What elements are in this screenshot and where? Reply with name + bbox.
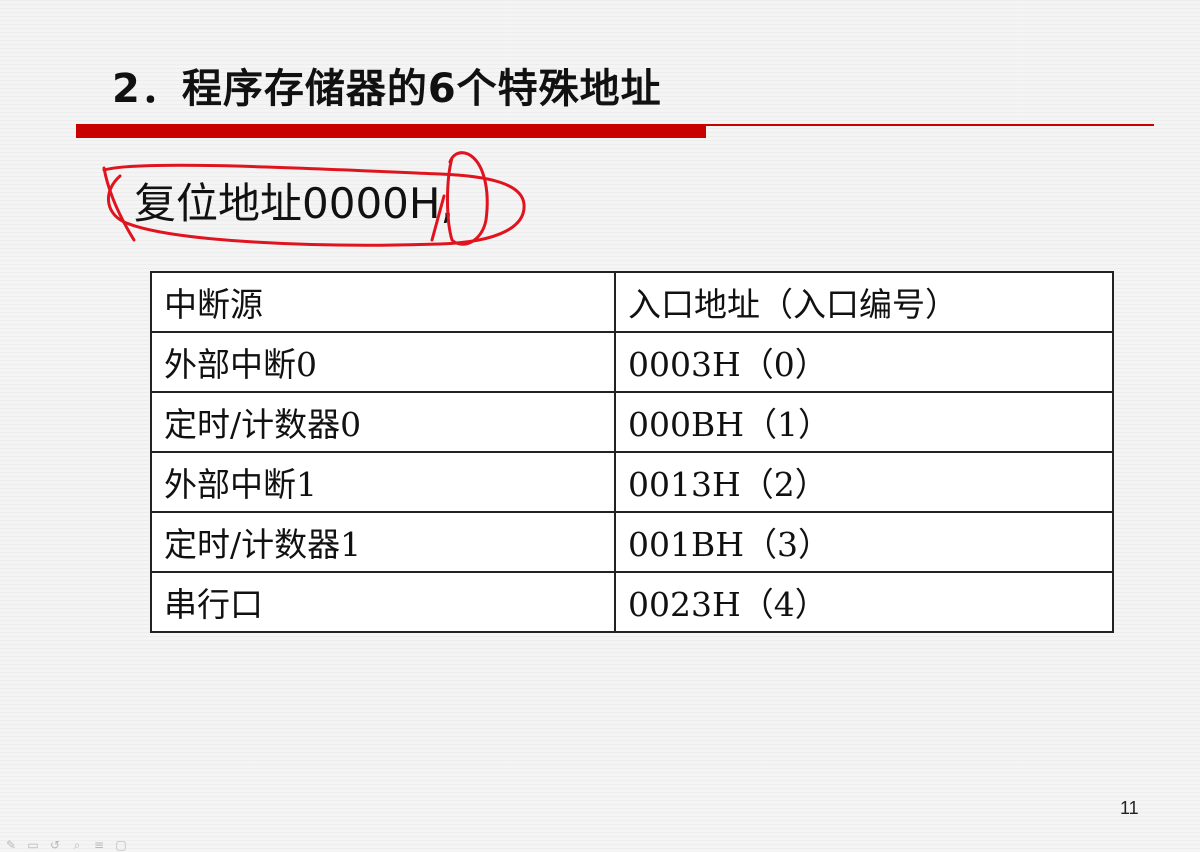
cell-interrupt-source: 外部中断1 [150,451,616,513]
header-interrupt-source: 中断源 [150,271,616,333]
cell-entry-address: 0023H（4） [614,571,1114,633]
table-row: 定时/计数器0 000BH（1） [150,391,1114,453]
annotation-tick-stroke [102,166,136,242]
title-rule-thin [706,124,1154,126]
cell-entry-address: 001BH（3） [614,511,1114,573]
table-row: 外部中断0 0003H（0） [150,331,1114,393]
cell-entry-address: 000BH（1） [614,391,1114,453]
cell-interrupt-source: 外部中断0 [150,331,616,393]
menu-icon[interactable]: ≡ [92,839,106,851]
interrupt-vector-table: 中断源 入口地址（入口编号） 外部中断0 0003H（0） 定时/计数器0 00… [150,271,1114,633]
table-header-row: 中断源 入口地址（入口编号） [150,271,1114,333]
presentation-slide: 2．程序存储器的6个特殊地址 复位地址0000H, 中断源 入口地址（入口编号）… [0,0,1200,852]
screen-icon[interactable]: ▢ [114,839,128,851]
table-row: 串行口 0023H（4） [150,571,1114,633]
cell-interrupt-source: 定时/计数器0 [150,391,616,453]
slide-title: 2．程序存储器的6个特殊地址 [112,66,662,112]
table-row: 外部中断1 0013H（2） [150,451,1114,513]
pen-icon[interactable]: ✎ [4,839,18,851]
cell-entry-address: 0013H（2） [614,451,1114,513]
zoom-icon[interactable]: ⌕ [70,839,84,851]
header-entry-address: 入口地址（入口编号） [614,271,1114,333]
slideshow-toolbar: ✎ ▭ ↺ ⌕ ≡ ▢ [0,838,128,852]
cell-interrupt-source: 串行口 [150,571,616,633]
title-rule-thick [76,124,706,138]
page-number: 11 [1120,798,1139,818]
eraser-icon[interactable]: ▭ [26,839,40,851]
cell-entry-address: 0003H（0） [614,331,1114,393]
undo-icon[interactable]: ↺ [48,839,62,851]
cell-interrupt-source: 定时/计数器1 [150,511,616,573]
table-row: 定时/计数器1 001BH（3） [150,511,1114,573]
reset-address-text: 复位地址0000H, [134,179,454,228]
